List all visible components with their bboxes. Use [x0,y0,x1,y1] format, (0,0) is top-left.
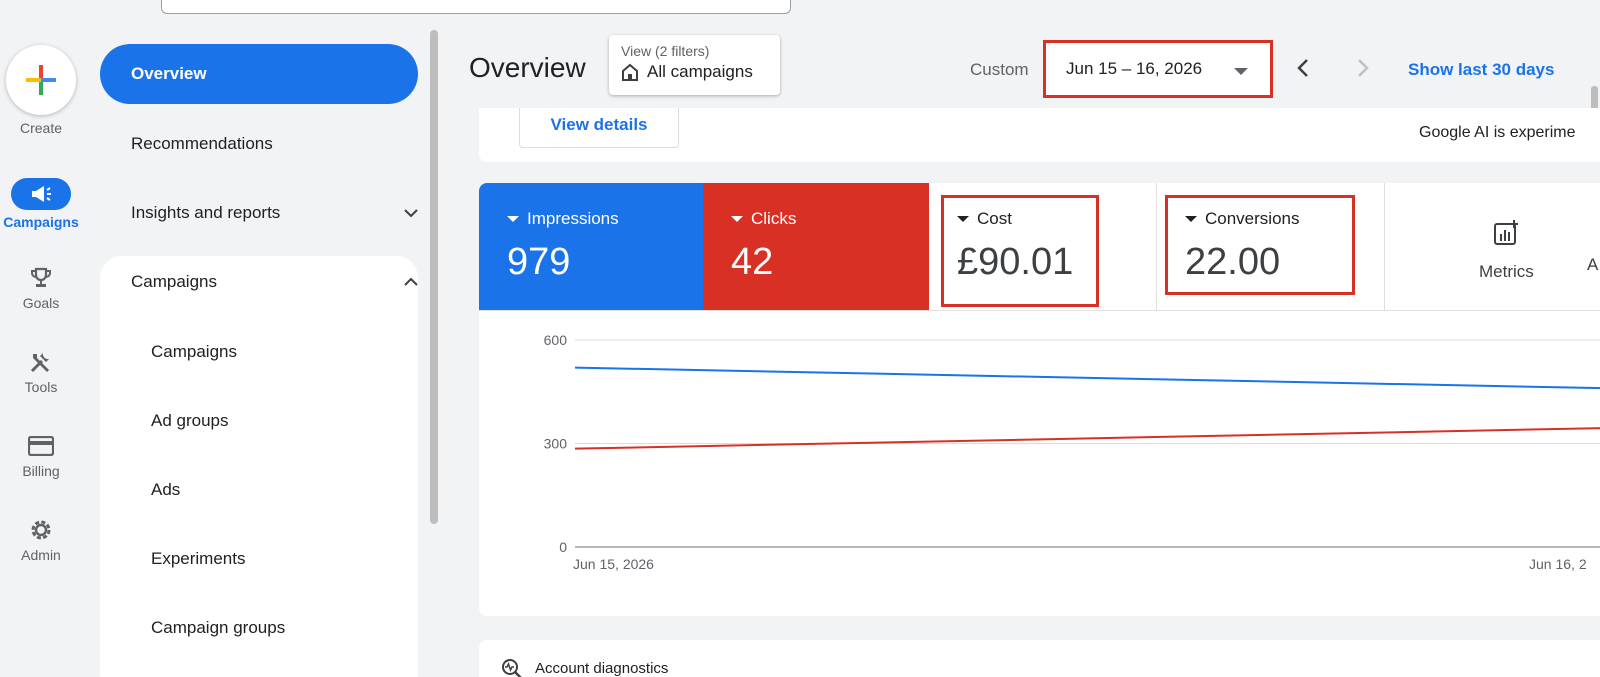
sub-item-experiments[interactable]: Experiments [151,549,245,569]
show-last-30-days-link[interactable]: Show last 30 days [1408,60,1554,80]
dropdown-triangle-icon [507,216,519,222]
sub-item-ad-groups[interactable]: Ad groups [151,411,229,431]
diagnostics-icon [502,659,522,677]
metrics-button[interactable]: Metrics [1479,219,1534,282]
rail-item-goals[interactable]: Goals [0,265,82,311]
x-tick-label: Jun 16, 2 [1529,556,1587,572]
cutoff-label: A [1587,255,1599,274]
nav-panel: Overview Recommendations Insights and re… [100,0,420,677]
sub-item-ads[interactable]: Ads [151,480,180,500]
series-line-1 [574,427,1600,450]
metrics-button-label: Metrics [1479,262,1534,281]
nav-section-campaigns[interactable]: Campaigns [131,272,418,292]
diagnostics-label: Account diagnostics [535,660,669,677]
metric-value: 42 [731,241,774,283]
rail-label-billing: Billing [22,463,60,479]
nav-item-recommendations[interactable]: Recommendations [131,134,411,154]
dropdown-triangle-icon [731,216,743,222]
rail-label-admin: Admin [21,547,61,563]
date-range-picker[interactable]: Jun 15 – 16, 2026 [1043,40,1273,98]
metric-label: Impressions [527,209,619,228]
account-diagnostics-card[interactable]: Account diagnostics [479,640,1600,677]
page-title: Overview [469,52,586,83]
rail-label-tools: Tools [24,379,58,395]
nav-item-insights[interactable]: Insights and reports [131,203,418,223]
sub-item-campaign-groups[interactable]: Campaign groups [151,618,285,638]
home-icon [622,63,638,81]
rail-item-billing[interactable]: Billing [0,433,82,479]
metric-label: Clicks [751,209,797,228]
create-button[interactable] [6,45,76,115]
nav-item-label: Recommendations [131,134,273,153]
chevron-left-icon[interactable] [1292,56,1316,80]
ai-note-text: Google AI is experime [1419,124,1576,141]
view-details-button[interactable]: View details [519,108,679,148]
view-filter-count: View (2 filters) [621,43,710,59]
performance-card: Impressions 979 Clicks 42 Cost £90.01 Co… [479,183,1600,616]
insights-card: View details Google AI is experime [479,108,1600,162]
chevron-right-icon[interactable] [1350,56,1374,80]
metric-tile-impressions[interactable]: Impressions 979 [479,183,703,310]
create-label: Create [19,120,63,136]
highlight-box-cost [941,195,1099,307]
nav-item-label: Insights and reports [131,203,281,222]
metric-value: 979 [507,241,571,283]
view-filter-value: All campaigns [647,62,753,81]
date-mode-label: Custom [970,60,1029,79]
sub-item-campaigns[interactable]: Campaigns [151,342,237,362]
nav-scrollbar[interactable] [430,30,438,524]
tools-icon [25,349,57,375]
metric-tile-clicks[interactable]: Clicks 42 [703,183,929,310]
rail-item-tools[interactable]: Tools [0,349,82,395]
campaigns-section: Campaigns Campaigns Ad groups Ads Experi… [100,256,418,677]
chevron-up-icon [404,277,418,286]
view-filter-button[interactable]: View (2 filters) All campaigns [609,35,780,95]
y-tick-label: 0 [559,539,567,555]
performance-line-chart: 600 300 0 Jun 15, 2026 Jun 16, 2 [544,332,1600,572]
date-range-value: Jun 15 – 16, 2026 [1066,59,1203,78]
caret-down-icon [1234,68,1248,75]
series-line-0 [574,366,1600,390]
rail-label-goals: Goals [22,295,60,311]
nav-section-label: Campaigns [131,272,217,291]
plus-icon [26,65,56,95]
gear-icon [25,517,57,543]
rail-item-campaigns[interactable]: Campaigns [0,178,82,230]
y-tick-label: 300 [544,436,568,452]
chevron-down-icon [404,209,418,218]
rail-item-admin[interactable]: Admin [0,517,82,563]
chart-add-icon [1494,220,1519,245]
nav-item-overview[interactable]: Overview [100,44,418,104]
x-tick-label: Jun 15, 2026 [573,556,654,572]
left-rail: Create Campaigns Goals Tools Billing Adm… [0,0,82,677]
megaphone-icon [11,178,71,210]
y-tick-label: 600 [544,332,568,348]
highlight-box-conversions [1165,195,1355,295]
credit-card-icon [25,433,57,459]
trophy-icon [25,265,57,291]
rail-label-campaigns: Campaigns [3,214,79,230]
